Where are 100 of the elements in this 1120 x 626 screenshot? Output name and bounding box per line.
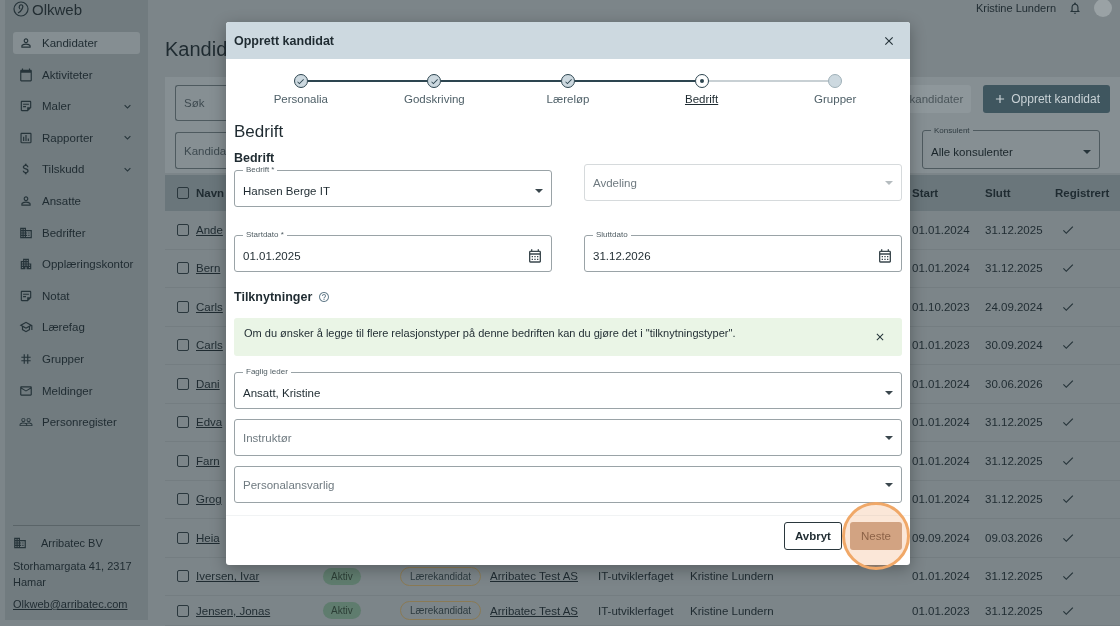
table-cell-text: 01.01.2024 (912, 377, 971, 390)
section-heading: Tilknytninger (234, 290, 313, 304)
checkbox[interactable] (177, 339, 189, 352)
field-value: Hansen Berge IT (243, 185, 330, 197)
table-cell-text: Kristine Lundern (690, 604, 775, 617)
consultant-select[interactable]: Konsulent Alle konsulenter (922, 126, 1100, 170)
table-cell-text: 24.09.2024 (985, 300, 1044, 313)
calendar-icon[interactable] (527, 248, 543, 264)
table-cell-text: 01.01.2024 (912, 454, 971, 467)
column-header[interactable]: Registrert (1055, 187, 1120, 199)
candidate-name-link[interactable]: Carls (196, 339, 223, 352)
sidebar-item-label: Rapporter (42, 131, 95, 144)
date-field[interactable]: Sluttdato 31.12.2026 (584, 229, 902, 272)
sidebar-item[interactable]: Bedrifter (13, 221, 140, 244)
candidate-name-link[interactable]: Grog (196, 493, 222, 506)
bell-icon[interactable] (1068, 1, 1082, 15)
select-field[interactable]: Avdeling (584, 164, 902, 201)
checkbox[interactable] (177, 300, 189, 313)
sidebar-item[interactable]: Ansatte (13, 189, 140, 212)
email-link[interactable]: Olkweb@arribatec.com (13, 598, 140, 610)
step-label[interactable]: Personalia (273, 93, 328, 105)
step-label[interactable]: Bedrift (684, 93, 719, 105)
hash-icon (19, 351, 33, 366)
candidate-name-link[interactable]: Farn (196, 454, 220, 467)
sidebar-item[interactable]: Opplæringskontor (13, 253, 140, 276)
candidate-name-link[interactable]: Carls (196, 300, 223, 313)
graduation-cap-icon (19, 320, 33, 335)
help-icon[interactable] (318, 291, 331, 303)
company-link[interactable]: Arribatec Test AS (490, 570, 578, 583)
select-field[interactable]: Bedrift * Hansen Berge IT (234, 164, 552, 207)
table-cell-text: 01.01.2024 (912, 262, 971, 275)
table-cell-text: 01.01.2023 (912, 604, 971, 617)
dropdown-caret-icon[interactable] (885, 482, 893, 487)
sidebar-item[interactable]: Tilskudd (13, 158, 140, 181)
candidate-name-link[interactable]: Heia (196, 531, 220, 544)
sidebar-item[interactable]: Lærefag (13, 316, 140, 339)
dropdown-caret-icon[interactable] (885, 435, 893, 440)
dropdown-caret-icon[interactable] (1083, 149, 1091, 154)
sidebar-item[interactable]: Aktiviteter (13, 63, 140, 86)
buildings-icon (19, 257, 33, 272)
next-button[interactable]: Neste (849, 521, 902, 550)
user-name[interactable]: Kristine Lundern (975, 2, 1056, 14)
sidebar-item[interactable]: Rapporter (13, 126, 140, 149)
table-cell-text: 09.03.2026 (985, 531, 1044, 544)
column-header[interactable]: Start (912, 187, 985, 199)
checkbox[interactable] (177, 531, 189, 544)
step-label[interactable]: Godskriving (404, 93, 465, 105)
calendar-icon[interactable] (877, 248, 893, 264)
cancel-button[interactable]: Avbryt (783, 521, 842, 550)
candidate-name-link[interactable]: Edva (196, 416, 223, 429)
select-field[interactable]: Instruktør (234, 419, 902, 456)
status-badge: Aktiv (323, 567, 361, 585)
checkbox[interactable] (177, 416, 189, 429)
table-cell-text: 31.12.2025 (985, 416, 1044, 429)
checkbox[interactable] (177, 223, 189, 236)
logo-text: Olkweb (32, 0, 83, 18)
create-candidate-button[interactable]: Opprett kandidat (983, 85, 1110, 114)
candidate-name-link[interactable]: Iversen, Ivar (196, 570, 260, 583)
sidebar-item-label: Notat (42, 289, 71, 302)
page-title: Kandid (165, 38, 228, 62)
sidebar-item-label: Lærefag (42, 321, 86, 334)
close-icon[interactable] (874, 331, 886, 343)
candidate-name-link[interactable]: Bern (196, 262, 221, 275)
candidate-name-link[interactable]: Ande (196, 223, 223, 236)
sidebar-item[interactable]: Meldinger (13, 379, 140, 402)
sidebar-item[interactable]: Grupper (13, 347, 140, 370)
checkbox[interactable] (177, 604, 189, 617)
dropdown-caret-icon[interactable] (535, 189, 543, 193)
company-link[interactable]: Arribatec Test AS (490, 604, 578, 617)
dropdown-caret-icon[interactable] (885, 391, 893, 395)
checkbox[interactable] (177, 570, 189, 583)
select-field[interactable]: Personalansvarlig (234, 466, 902, 503)
step-label[interactable]: Læreløp (546, 93, 590, 105)
sidebar-item-label: Ansatte (42, 194, 82, 207)
checkbox[interactable] (177, 377, 189, 390)
checkbox[interactable] (177, 187, 189, 199)
chart-icon (19, 130, 33, 145)
sidebar-item[interactable]: Notat (13, 284, 140, 307)
table-cell-text: 01.01.2024 (912, 493, 971, 506)
checkbox[interactable] (177, 454, 189, 467)
table-cell-text: 31.12.2025 (985, 262, 1044, 275)
sidebar-item[interactable]: Kandidater (13, 32, 140, 54)
sidebar-item[interactable]: Personregister (13, 411, 140, 434)
step-label[interactable]: Grupper (814, 93, 857, 105)
table-cell-text: 01.01.2024 (912, 223, 971, 236)
subsection-heading: Bedrift (234, 151, 276, 166)
candidate-name-link[interactable]: Dani (196, 377, 220, 390)
sidebar-item[interactable]: Maler (13, 95, 140, 118)
field-placeholder: Instruktør (243, 431, 292, 444)
select-field[interactable]: Faglig leder Ansatt, Kristine (234, 366, 902, 409)
checkbox[interactable] (177, 262, 189, 275)
column-header[interactable]: Slutt (985, 187, 1055, 199)
table-cell-text: 31.12.2025 (985, 604, 1044, 617)
date-field[interactable]: Startdato * 01.01.2025 (234, 229, 552, 272)
table-cell-text: 01.10.2023 (912, 300, 971, 313)
candidate-name-link[interactable]: Jensen, Jonas (196, 604, 271, 617)
checkbox[interactable] (177, 493, 189, 506)
note-icon (19, 99, 33, 114)
sidebar-item-label: Opplæringskontor (42, 258, 134, 271)
person-icon (19, 36, 33, 50)
